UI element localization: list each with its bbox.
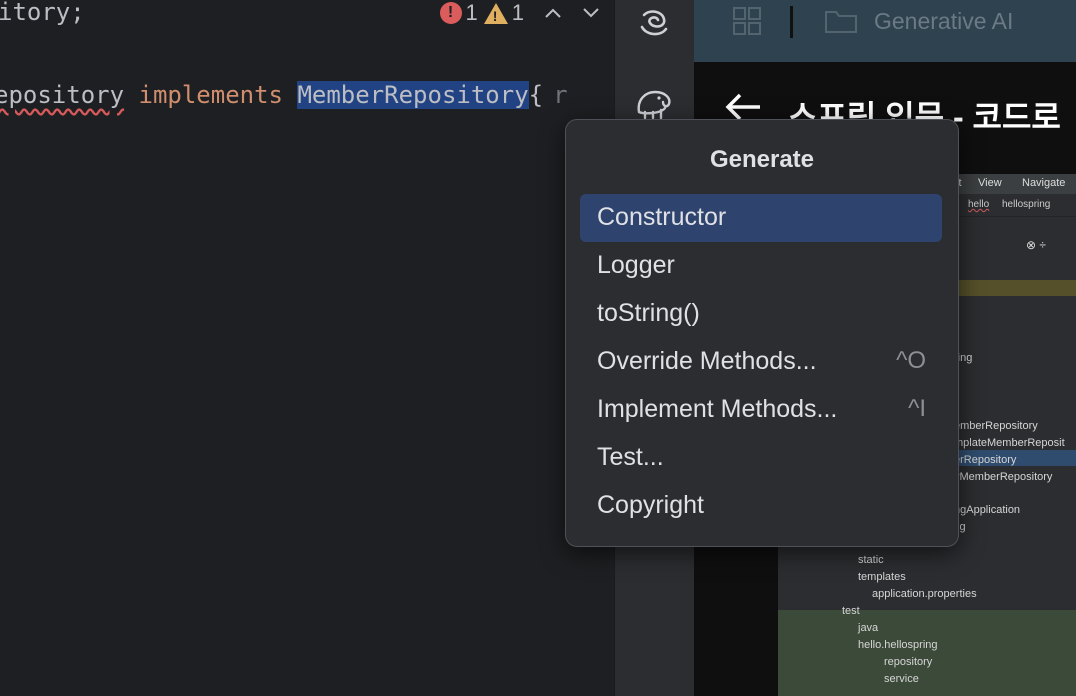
ss-menu-item: View [978,177,1002,189]
menu-item-shortcut: ^I [908,395,926,422]
class-name-token: epository [0,81,125,109]
error-circle-icon: ! [439,2,462,24]
gradle-elephant-icon[interactable] [633,82,675,124]
ss-tree-item: service [884,673,919,685]
ss-tree-item: yMemberRepository [954,471,1053,483]
menu-item-logger[interactable]: Logger [580,242,942,290]
error-count[interactable]: ! 1 [439,0,478,26]
ss-close-icon: ⊗ ÷ [1026,238,1046,252]
ss-tree-item: erRepository [954,454,1017,466]
warning-count-value: 1 [511,0,524,25]
browser-toolbar: Generative AI [694,0,1076,62]
ss-tree-item: hello.hellospring [858,639,938,651]
code-line-class-declaration[interactable]: epository implements MemberRepository{ r [0,81,568,109]
ss-tree-item: application.properties [872,588,977,600]
ss-crumb-item: hello [968,199,990,210]
warning-triangle-icon: ! [483,2,508,24]
ss-tree-item: test [842,605,860,617]
menu-item-label: Constructor [597,203,727,231]
menu-item-label: Override Methods... [597,347,817,375]
keyword-token: implements [138,81,284,109]
ss-tree-item: mplateMemberReposit [954,437,1065,449]
menu-item-label: Copyright [597,491,704,519]
chevron-down-icon[interactable] [582,2,600,25]
ai-assistant-icon[interactable] [633,2,675,44]
generate-popup[interactable]: Generate Constructor Logger toString() O… [565,119,959,547]
code-editor[interactable]: itory; ! 1 ! 1 epository implements Memb… [0,0,614,696]
ss-tree-item: repository [884,656,933,668]
inspection-widget[interactable]: ! 1 ! 1 [439,0,601,26]
ss-highlight [954,280,1076,296]
menu-item-shortcut: ^O [896,347,926,374]
code-line-top: itory; [0,0,85,26]
inlay-hint: r [553,81,568,109]
menu-item-label: Test... [597,443,664,471]
ss-crumb-item: hellospring [1002,199,1051,210]
folder-icon[interactable] [824,8,858,41]
menu-item-label: toString() [597,299,700,327]
ss-test-area [778,610,1076,696]
browser-tab-title[interactable]: Generative AI [874,8,1013,35]
ss-menu-item: Navigate [1022,177,1066,189]
warning-count[interactable]: ! 1 [483,0,524,26]
menu-item-tostring[interactable]: toString() [580,290,942,338]
grid-icon[interactable] [732,6,762,41]
ss-tree-item: java [858,622,879,634]
ss-tree-item: templates [858,571,906,583]
popup-title: Generate [709,146,815,173]
error-count-value: 1 [465,0,478,25]
menu-item-test[interactable]: Test... [580,434,942,482]
menu-item-implement-methods[interactable]: Implement Methods... ^I [580,386,942,434]
toolbar-divider [790,6,793,38]
selected-interface-token: MemberRepository [297,81,529,109]
menu-item-override-methods[interactable]: Override Methods... ^O [580,338,942,386]
chevron-up-icon[interactable] [544,2,562,25]
menu-item-copyright[interactable]: Copyright [580,482,942,530]
ss-tree-item: ngApplication [954,504,1021,516]
ss-tree-item: emberRepository [954,420,1038,432]
menu-item-label: Logger [597,251,675,279]
menu-item-label: Implement Methods... [597,395,838,423]
ss-tree-item: static [858,554,884,566]
brace-token: { [528,81,544,109]
menu-item-constructor[interactable]: Constructor [580,194,942,242]
